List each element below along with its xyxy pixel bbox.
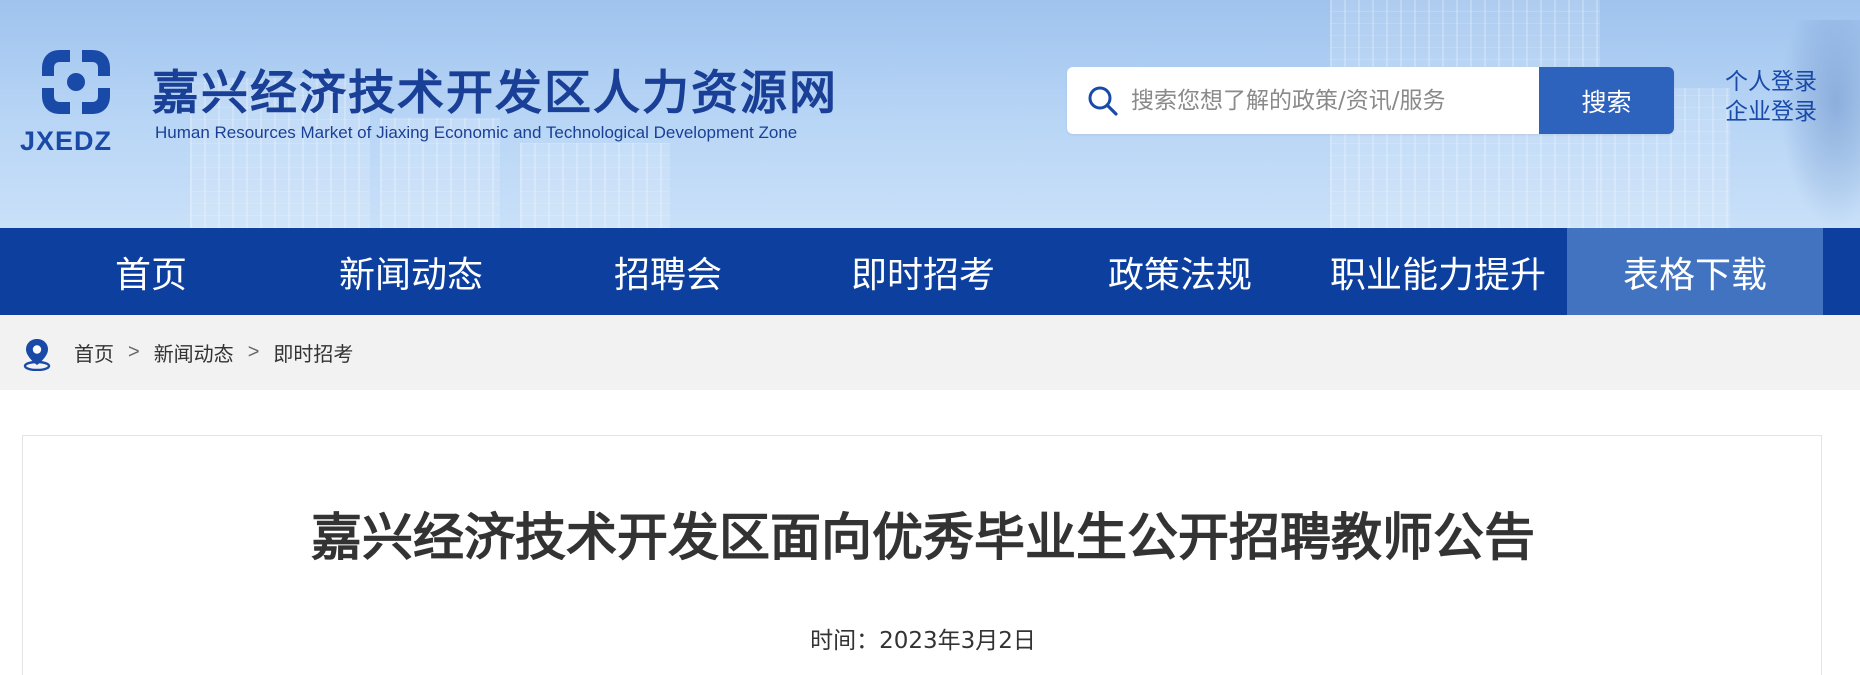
article-card: 嘉兴经济技术开发区面向优秀毕业生公开招聘教师公告 时间：2023年3月2日 bbox=[22, 435, 1822, 675]
search-input[interactable] bbox=[1131, 67, 1601, 134]
enterprise-login-link[interactable]: 企业登录 bbox=[1725, 97, 1817, 127]
search-button[interactable]: 搜索 bbox=[1539, 67, 1674, 134]
site-title[interactable]: 嘉兴经济技术开发区人力资源网 bbox=[152, 54, 838, 123]
search-icon bbox=[1088, 86, 1118, 116]
nav-item-home[interactable]: 首页 bbox=[21, 228, 281, 315]
nav-item-skills[interactable]: 职业能力提升 bbox=[1309, 228, 1567, 315]
nav-item-policies[interactable]: 政策法规 bbox=[1051, 228, 1309, 315]
site-header: JXEDZ 嘉兴经济技术开发区人力资源网 Human Resources Mar… bbox=[0, 0, 1860, 228]
personal-login-link[interactable]: 个人登录 bbox=[1725, 67, 1817, 97]
main-nav: 首页 新闻动态 招聘会 即时招考 政策法规 职业能力提升 表格下载 bbox=[0, 228, 1860, 315]
nav-item-job-fair[interactable]: 招聘会 bbox=[541, 228, 795, 315]
breadcrumb-separator: > bbox=[128, 341, 140, 363]
background-building bbox=[520, 143, 670, 228]
site-logo[interactable]: JXEDZ bbox=[20, 46, 132, 158]
breadcrumb-separator: > bbox=[247, 341, 260, 363]
location-pin-icon bbox=[23, 339, 51, 371]
site-subtitle: Human Resources Market of Jiaxing Econom… bbox=[155, 123, 798, 142]
search-bar: 搜索 bbox=[1067, 67, 1674, 134]
logo-mark-icon bbox=[42, 50, 110, 114]
nav-item-instant-recruitment[interactable]: 即时招考 bbox=[795, 228, 1051, 315]
article-date: 时间：2023年3月2日 bbox=[810, 628, 1036, 654]
nav-item-downloads[interactable]: 表格下载 bbox=[1567, 228, 1823, 315]
nav-item-news[interactable]: 新闻动态 bbox=[281, 228, 541, 315]
logo-text: JXEDZ bbox=[20, 126, 113, 156]
breadcrumb-bar: 首页 > 新闻动态 > 即时招考 bbox=[0, 315, 1860, 390]
breadcrumb-item-instant-recruitment[interactable]: 即时招考 bbox=[273, 338, 353, 367]
breadcrumb-item-news[interactable]: 新闻动态 bbox=[154, 338, 234, 367]
login-links: 个人登录 企业登录 bbox=[1725, 67, 1817, 127]
breadcrumb-item-home[interactable]: 首页 bbox=[74, 338, 114, 367]
breadcrumb: 首页 > 新闻动态 > 即时招考 bbox=[74, 315, 353, 390]
article-title: 嘉兴经济技术开发区面向优秀毕业生公开招聘教师公告 bbox=[310, 509, 1535, 568]
